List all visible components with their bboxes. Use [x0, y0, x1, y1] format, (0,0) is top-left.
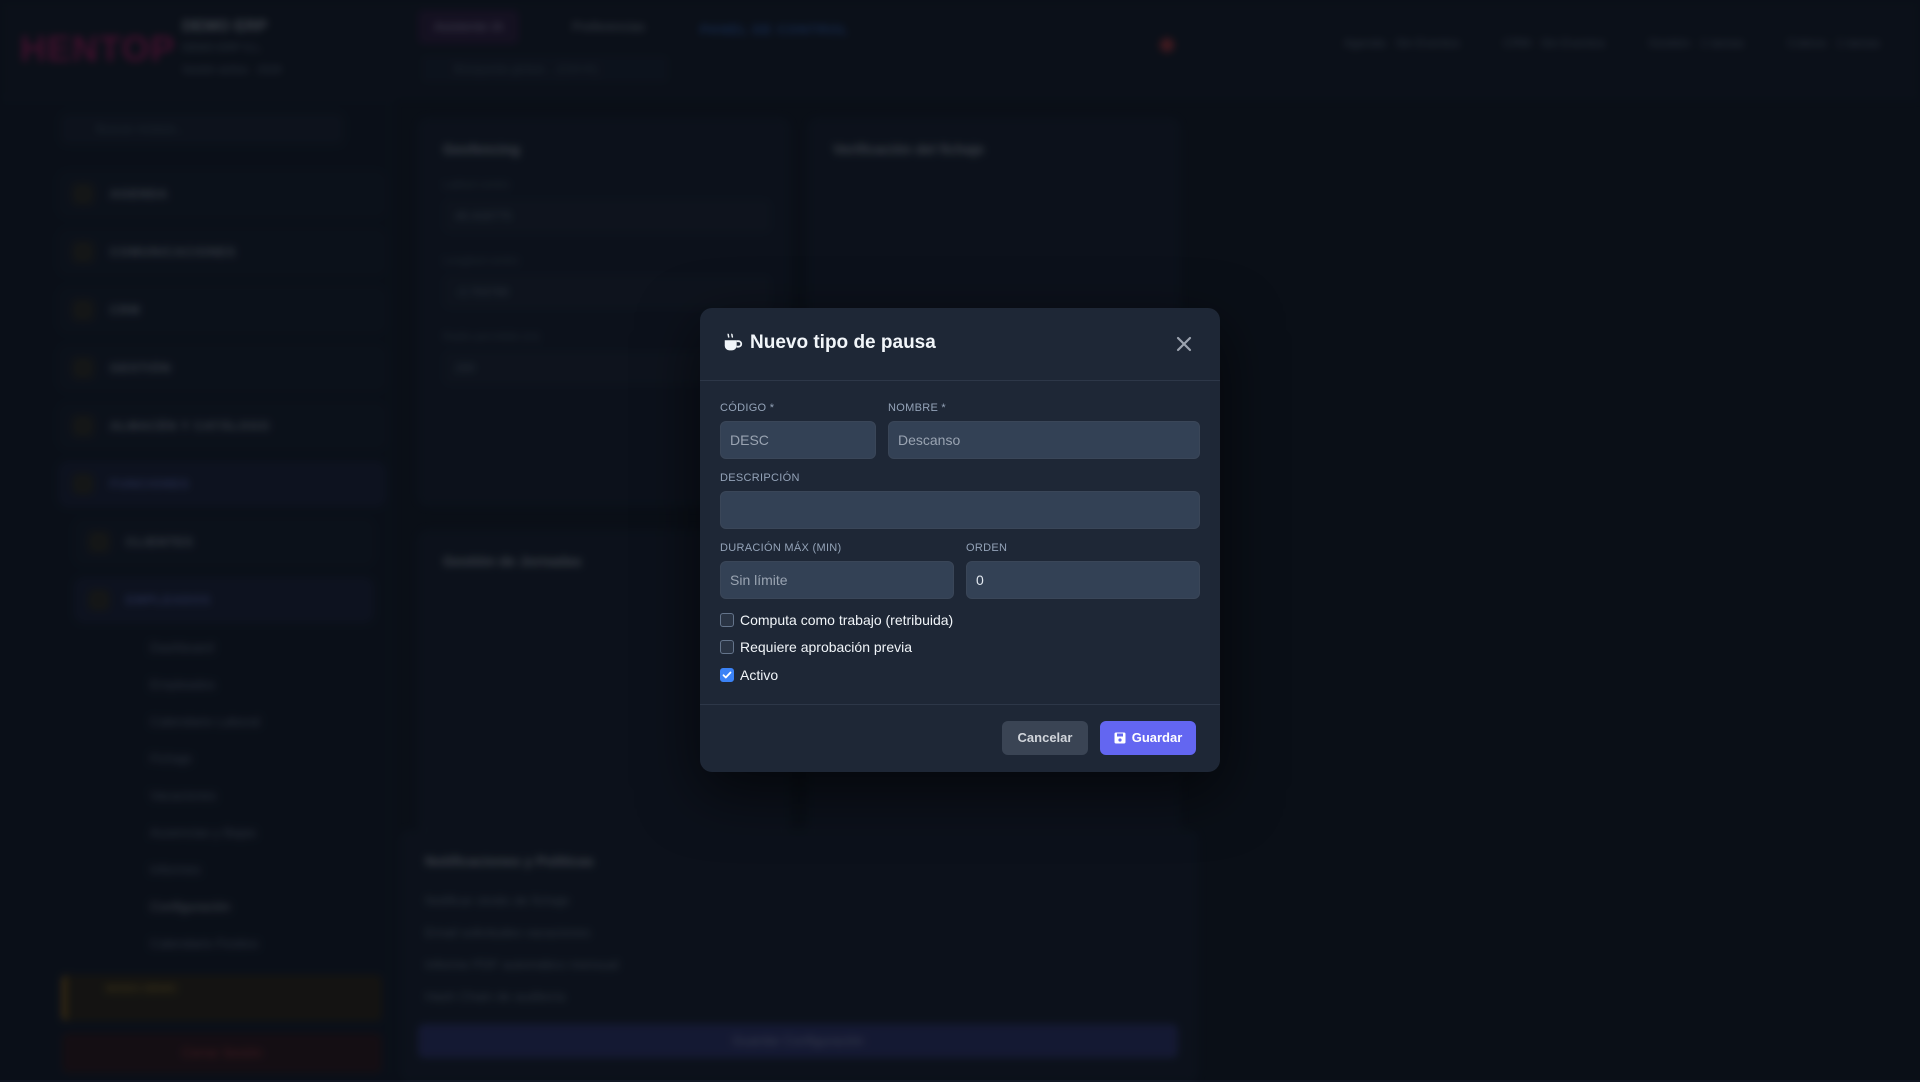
- orden-label: ORDEN: [966, 542, 1008, 554]
- descripcion-input[interactable]: [720, 491, 1200, 529]
- save-button-label: Guardar: [1131, 730, 1183, 745]
- activo-label: Activo: [740, 667, 779, 683]
- modal-title: Nuevo tipo de pausa: [750, 332, 936, 353]
- requiere-aprobacion-option[interactable]: Requiere aprobación previa: [720, 637, 912, 657]
- new-pause-type-modal: Nuevo tipo de pausa CÓDIGO * NOMBRE * DE…: [700, 308, 1220, 772]
- save-button[interactable]: Guardar: [1100, 721, 1196, 755]
- computa-trabajo-checkbox[interactable]: [720, 613, 734, 627]
- duracion-label: DURACIÓN MÁX (MIN): [720, 542, 842, 554]
- nombre-input[interactable]: [888, 421, 1200, 459]
- floppy-disk-icon: [1114, 732, 1126, 744]
- close-icon[interactable]: [1170, 330, 1198, 358]
- codigo-input[interactable]: [720, 421, 876, 459]
- nombre-label: NOMBRE *: [888, 402, 947, 414]
- requiere-aprobacion-label: Requiere aprobación previa: [740, 639, 912, 655]
- codigo-label: CÓDIGO *: [720, 402, 775, 414]
- activo-checkbox[interactable]: [720, 668, 734, 682]
- modal-footer: Cancelar Guardar: [700, 704, 1220, 773]
- requiere-aprobacion-checkbox[interactable]: [720, 640, 734, 654]
- duracion-input[interactable]: [720, 561, 954, 599]
- check-icon: [722, 671, 732, 679]
- activo-option[interactable]: Activo: [720, 665, 778, 685]
- computa-trabajo-label: Computa como trabajo (retribuida): [740, 612, 954, 628]
- cancel-button[interactable]: Cancelar: [1002, 721, 1088, 755]
- modal-header: Nuevo tipo de pausa: [700, 308, 1220, 381]
- orden-input[interactable]: [966, 561, 1200, 599]
- coffee-icon: [724, 333, 743, 351]
- computa-trabajo-option[interactable]: Computa como trabajo (retribuida): [720, 610, 953, 630]
- descripcion-label: DESCRIPCIÓN: [720, 472, 800, 484]
